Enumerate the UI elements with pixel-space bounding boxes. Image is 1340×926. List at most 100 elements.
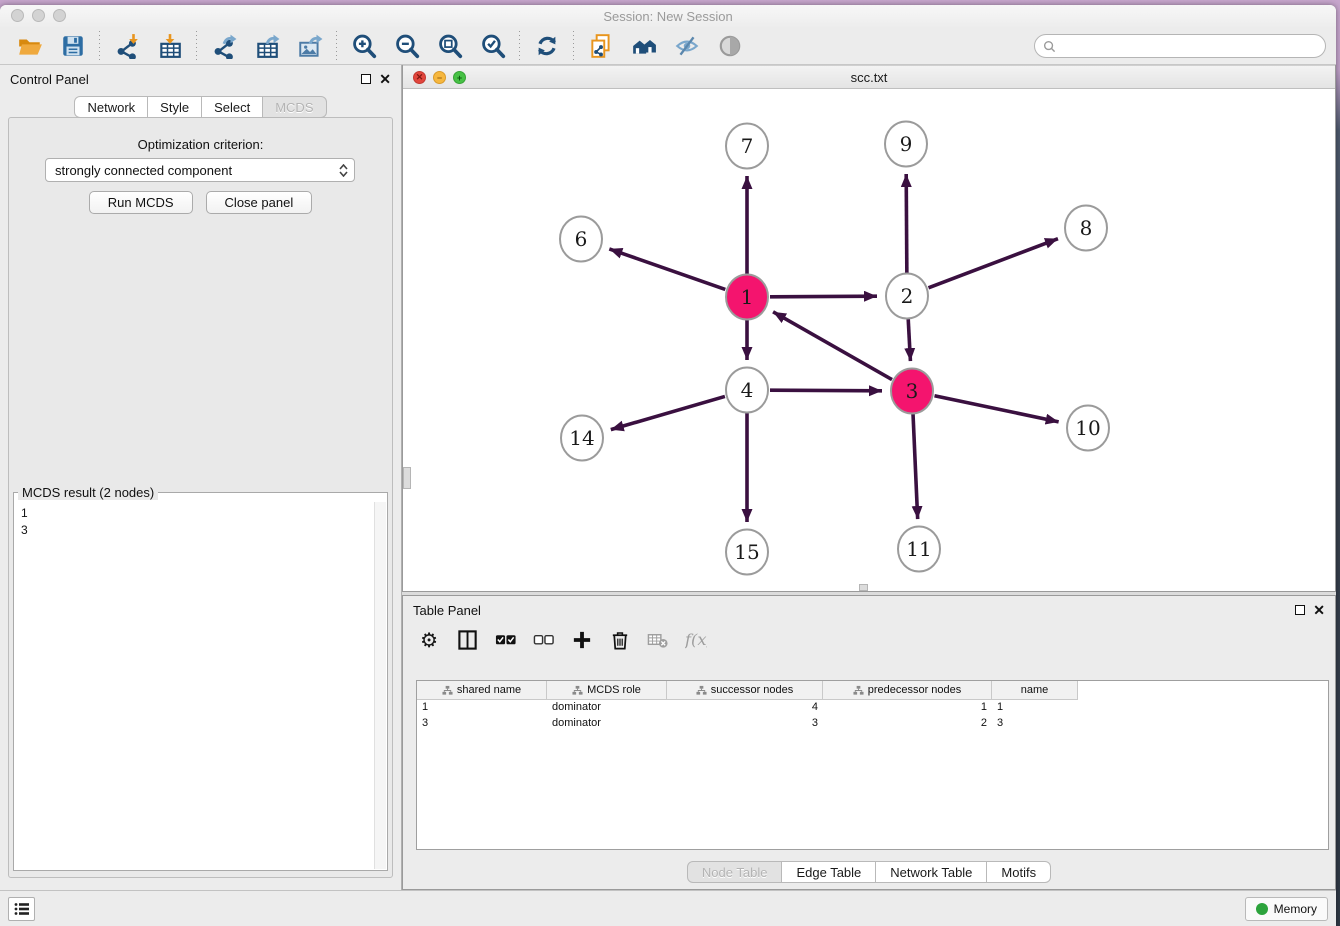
export-table-button[interactable] [245,29,288,63]
svg-text:4: 4 [741,378,754,402]
float-table-panel-icon[interactable] [1295,605,1305,615]
network-minimize-button[interactable]: − [433,71,446,84]
search-icon [1043,40,1056,53]
tab-node-table[interactable]: Node Table [687,861,783,883]
optimization-criterion-label: Optimization criterion: [9,137,392,152]
node-7[interactable]: 7 [726,124,768,169]
search-input[interactable] [1056,39,1317,53]
column-type-icon [442,685,453,696]
tab-mcds[interactable]: MCDS [263,96,326,118]
add-button[interactable] [569,626,595,654]
table-row[interactable]: 3dominator323 [417,716,1328,732]
run-mcds-button[interactable]: Run MCDS [89,191,193,214]
criterion-dropdown[interactable]: strongly connected component [45,158,355,182]
zoom-fit-button[interactable] [428,29,471,63]
mcds-panel: Optimization criterion: strongly connect… [8,117,393,878]
node-6[interactable]: 6 [560,217,602,262]
tab-edge-table[interactable]: Edge Table [782,861,876,883]
delete-button[interactable] [607,626,633,654]
edge-4-14[interactable] [611,396,725,429]
canvas-left-grip[interactable] [403,467,411,489]
close-window-button[interactable] [11,9,24,22]
close-panel-icon[interactable]: ✕ [379,74,391,84]
column-header-successor-nodes[interactable]: successor nodes [667,681,823,700]
tab-motifs[interactable]: Motifs [987,861,1051,883]
control-panel-header: Control Panel ✕ [0,65,401,93]
column-header-name[interactable]: name [992,681,1078,700]
node-9[interactable]: 9 [885,122,927,167]
node-4[interactable]: 4 [726,368,768,413]
float-panel-icon[interactable] [361,74,371,84]
memory-button[interactable]: Memory [1245,897,1328,921]
zoom-in-icon [351,33,377,59]
node-10[interactable]: 10 [1067,406,1109,451]
save-session-icon [60,33,86,59]
column-view-button[interactable] [455,626,481,654]
search-field[interactable] [1034,34,1326,58]
tab-select[interactable]: Select [202,96,263,118]
column-header-predecessor-nodes[interactable]: predecessor nodes [823,681,992,700]
node-1[interactable]: 1 [726,275,768,320]
zoom-out-icon [394,33,420,59]
network-from-selection-button[interactable] [579,29,622,63]
zoom-out-button[interactable] [385,29,428,63]
open-session-button[interactable] [8,29,51,63]
first-neighbors-button[interactable] [622,29,665,63]
table-row[interactable]: 1dominator411 [417,700,1328,716]
deselect-all-button[interactable] [531,626,557,654]
zoom-window-button[interactable] [53,9,66,22]
task-history-button[interactable] [8,897,35,921]
edge-4-3[interactable] [770,390,882,391]
column-type-icon [572,685,583,696]
edge-2-3[interactable] [908,319,910,361]
close-panel-button[interactable]: Close panel [206,191,313,214]
svg-text:1: 1 [741,285,754,309]
import-network-button[interactable] [105,29,148,63]
result-scrollbar[interactable] [374,502,386,869]
memory-status-icon [1256,903,1268,915]
edge-3-10[interactable] [935,396,1059,422]
network-close-button[interactable]: ✕ [413,71,426,84]
zoom-selected-button[interactable] [471,29,514,63]
canvas-bottom-grip[interactable] [859,584,868,591]
refresh-button[interactable] [525,29,568,63]
network-maximize-button[interactable]: + [453,71,466,84]
settings-button[interactable]: ⚙ [417,626,443,654]
hide-selected-button[interactable] [665,29,708,63]
save-session-button[interactable] [51,29,94,63]
edge-3-1[interactable] [773,312,892,380]
edge-2-9[interactable] [906,174,907,273]
show-all-button[interactable] [708,29,751,63]
edge-3-11[interactable] [913,414,918,519]
edge-1-2[interactable] [770,296,877,297]
export-network-button[interactable] [202,29,245,63]
zoom-in-button[interactable] [342,29,385,63]
tab-style[interactable]: Style [148,96,202,118]
deselect-all-icon [533,629,555,651]
toolbar-separator [573,31,574,61]
node-3[interactable]: 3 [891,369,933,414]
network-canvas[interactable]: 7 9 6 8 1 2 4 3 14 10 15 11 [403,89,1335,591]
close-table-panel-icon[interactable]: ✕ [1313,605,1325,615]
select-all-button[interactable] [493,626,519,654]
node-8[interactable]: 8 [1065,206,1107,251]
edge-1-6[interactable] [609,249,725,290]
export-table-icon [254,33,280,59]
edge-2-8[interactable] [929,239,1058,288]
column-header-MCDS-role[interactable]: MCDS role [547,681,667,700]
criterion-value: strongly connected component [55,163,232,178]
tab-network-table[interactable]: Network Table [876,861,987,883]
mcds-result-text[interactable]: 13 [15,502,386,869]
tab-network[interactable]: Network [74,96,148,118]
table-panel-header: Table Panel ✕ [403,596,1335,624]
node-15[interactable]: 15 [726,530,768,575]
delete-table-icon [647,629,669,651]
first-neighbors-icon [631,33,657,59]
node-2[interactable]: 2 [886,274,928,319]
minimize-window-button[interactable] [32,9,45,22]
node-11[interactable]: 11 [898,527,940,572]
export-image-button[interactable] [288,29,331,63]
column-header-shared-name[interactable]: shared name [417,681,547,700]
import-table-button[interactable] [148,29,191,63]
node-14[interactable]: 14 [561,416,603,461]
